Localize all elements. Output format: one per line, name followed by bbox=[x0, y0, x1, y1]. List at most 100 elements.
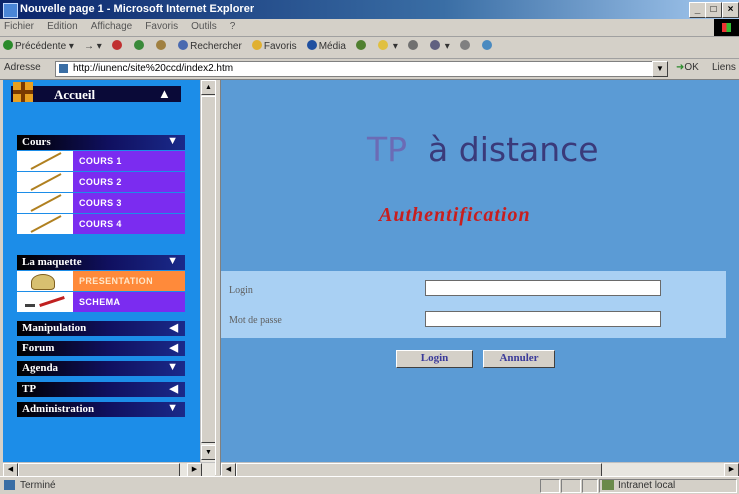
links-button[interactable]: Liens bbox=[712, 62, 736, 73]
nav-item-label: COURS 1 bbox=[73, 151, 185, 171]
section-tp-label: TP bbox=[22, 383, 37, 395]
nav-item-label: SCHEMA bbox=[73, 292, 185, 312]
maximize-button[interactable]: □ bbox=[705, 2, 722, 18]
scroll-thumb[interactable] bbox=[201, 96, 216, 443]
section-forum-label: Forum bbox=[22, 342, 55, 354]
nav-item-label: COURS 2 bbox=[73, 172, 185, 192]
scroll-left-arrow-icon[interactable]: ◀ bbox=[221, 463, 236, 477]
password-label: Mot de passe bbox=[229, 315, 282, 326]
media-icon bbox=[306, 40, 317, 50]
password-input[interactable] bbox=[425, 311, 661, 327]
scroll-left-arrow-icon[interactable]: ◀ bbox=[3, 463, 18, 477]
edit-button[interactable]: ▾ bbox=[427, 37, 454, 52]
stop-icon bbox=[111, 40, 122, 50]
page-title: TP à distance bbox=[367, 130, 599, 169]
address-label: Adresse bbox=[4, 62, 41, 73]
section-agenda[interactable]: Agenda ▼ bbox=[17, 361, 185, 376]
content-frame: TP à distance Authentification Login Mot… bbox=[221, 80, 739, 462]
go-button[interactable]: ➜OK bbox=[676, 62, 699, 73]
section-maquette[interactable]: La maquette ▼ bbox=[17, 255, 185, 270]
menu-affichage[interactable]: Affichage bbox=[87, 19, 139, 32]
section-manipulation[interactable]: Manipulation ◀ bbox=[17, 321, 185, 336]
chevron-down-icon: ▼ bbox=[167, 402, 178, 414]
login-input[interactable] bbox=[425, 280, 661, 296]
menu-bar: Fichier Edition Affichage Favoris Outils… bbox=[0, 19, 739, 37]
address-input[interactable]: http://iunenc/site%20ccd/index2.htm bbox=[55, 61, 654, 77]
page-title-tp: TP bbox=[367, 130, 408, 169]
intranet-zone-icon bbox=[602, 480, 614, 490]
cancel-button[interactable]: Annuler bbox=[483, 350, 555, 368]
section-administration[interactable]: Administration ▼ bbox=[17, 402, 185, 417]
forward-button[interactable]: → ▾ bbox=[81, 38, 106, 52]
home-cross-icon bbox=[13, 82, 33, 102]
status-text: Terminé bbox=[20, 480, 56, 491]
section-cours[interactable]: Cours ▼ bbox=[17, 135, 185, 150]
page-title-rest: à distance bbox=[428, 130, 599, 169]
back-arrow-icon bbox=[3, 40, 13, 50]
home-arrow-icon: ▲ bbox=[158, 86, 171, 101]
left-vertical-scrollbar[interactable]: ▲ ▼ bbox=[200, 80, 216, 462]
search-button[interactable]: Rechercher bbox=[175, 37, 246, 52]
content-horizontal-scrollbar[interactable]: ◀ ▶ bbox=[221, 462, 739, 477]
address-bar: Adresse http://iunenc/site%20ccd/index2.… bbox=[0, 59, 739, 80]
menu-help[interactable]: ? bbox=[226, 19, 242, 32]
history-icon bbox=[356, 40, 367, 50]
print-button[interactable] bbox=[405, 37, 424, 52]
status-zone: Intranet local bbox=[618, 480, 676, 491]
refresh-icon bbox=[133, 40, 144, 50]
menu-edition[interactable]: Edition bbox=[43, 19, 84, 32]
messenger-icon bbox=[481, 40, 492, 50]
favorites-icon bbox=[251, 40, 262, 50]
messenger-button[interactable] bbox=[479, 37, 498, 52]
scroll-right-arrow-icon[interactable]: ▶ bbox=[187, 463, 202, 477]
section-maquette-label: La maquette bbox=[22, 256, 82, 268]
scroll-down-arrow-icon[interactable]: ▼ bbox=[201, 445, 216, 460]
page-icon bbox=[59, 64, 68, 73]
media-button[interactable]: Média bbox=[304, 37, 350, 52]
pencil-icon bbox=[17, 172, 73, 192]
stop-button[interactable] bbox=[109, 37, 128, 52]
back-button[interactable]: Précédente ▾ bbox=[0, 37, 78, 52]
discuss-button[interactable] bbox=[457, 37, 476, 52]
address-dropdown-button[interactable]: ▼ bbox=[652, 61, 668, 77]
nav-item-cours-1[interactable]: COURS 1 bbox=[17, 151, 185, 171]
chevron-down-icon: ▼ bbox=[167, 361, 178, 373]
section-cours-label: Cours bbox=[22, 136, 51, 148]
scroll-right-arrow-icon[interactable]: ▶ bbox=[724, 463, 739, 477]
section-agenda-label: Agenda bbox=[22, 362, 59, 374]
login-button[interactable]: Login bbox=[396, 350, 473, 368]
scroll-thumb[interactable] bbox=[18, 463, 180, 477]
nav-item-label: COURS 3 bbox=[73, 193, 185, 213]
login-label: Login bbox=[229, 285, 253, 296]
menu-fichier[interactable]: Fichier bbox=[0, 19, 40, 32]
section-forum[interactable]: Forum ◀ bbox=[17, 341, 185, 356]
menu-favoris[interactable]: Favoris bbox=[141, 19, 184, 32]
nav-item-cours-4[interactable]: COURS 4 bbox=[17, 214, 185, 234]
search-icon bbox=[178, 40, 189, 50]
nav-item-label: COURS 4 bbox=[73, 214, 185, 234]
pencil-icon bbox=[17, 193, 73, 213]
toolbar: Précédente ▾ → ▾ Rechercher Favoris Médi… bbox=[0, 37, 739, 59]
pencil-icon bbox=[17, 214, 73, 234]
history-button[interactable] bbox=[353, 37, 372, 52]
section-manipulation-label: Manipulation bbox=[22, 322, 87, 334]
favorites-button[interactable]: Favoris bbox=[249, 37, 301, 52]
nav-item-cours-3[interactable]: COURS 3 bbox=[17, 193, 185, 213]
close-button[interactable]: × bbox=[722, 2, 739, 18]
refresh-button[interactable] bbox=[131, 37, 150, 52]
nav-item-schema[interactable]: SCHEMA bbox=[17, 292, 185, 312]
home-link[interactable]: Accueil ▲ bbox=[11, 82, 181, 102]
nav-item-presentation[interactable]: PRESENTATION bbox=[17, 271, 185, 291]
scroll-up-arrow-icon[interactable]: ▲ bbox=[201, 80, 216, 95]
menu-outils[interactable]: Outils bbox=[187, 19, 223, 32]
window-title: Nouvelle page 1 - Microsoft Internet Exp… bbox=[20, 3, 255, 15]
print-icon bbox=[407, 40, 418, 50]
scroll-thumb[interactable] bbox=[236, 463, 602, 477]
section-tp[interactable]: TP ◀ bbox=[17, 382, 185, 397]
nav-item-cours-2[interactable]: COURS 2 bbox=[17, 172, 185, 192]
minimize-button[interactable]: _ bbox=[689, 2, 706, 18]
left-horizontal-scrollbar[interactable]: ◀ ▶ bbox=[3, 462, 215, 477]
mail-button[interactable]: ▾ bbox=[375, 37, 402, 52]
status-cell bbox=[561, 479, 581, 493]
home-button[interactable] bbox=[153, 37, 172, 52]
